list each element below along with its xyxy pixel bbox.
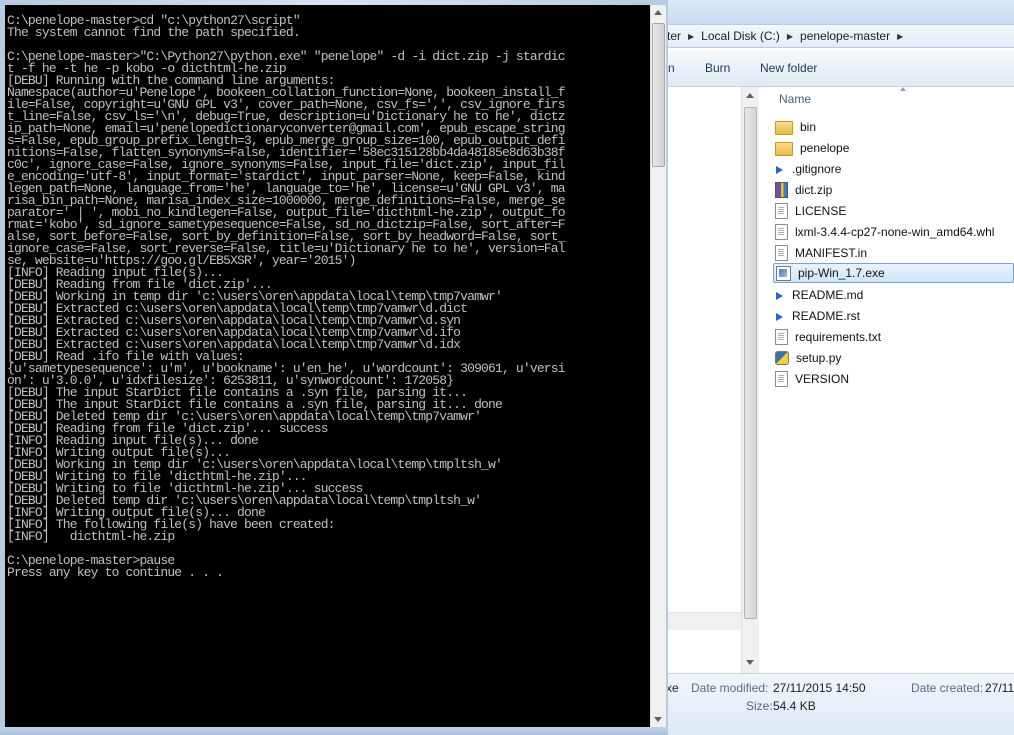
file-item-readme-md[interactable]: README.md [775,285,1014,305]
document-icon [775,329,788,345]
file-item-version[interactable]: VERSION [775,369,1014,389]
navigation-horizontal-scrollbar[interactable] [663,612,741,630]
file-name: dict.zip [795,183,833,197]
file-list: Name bin penelope .gitignore dict.zip LI… [759,87,1014,673]
file-item-manifest[interactable]: MANIFEST.in [775,243,1014,263]
file-name: README.rst [792,309,861,323]
column-header-label: Name [779,92,812,106]
file-item-license[interactable]: LICENSE [775,201,1014,221]
scroll-up-icon[interactable] [746,93,754,98]
file-name: MANIFEST.in [795,246,868,260]
size-value: 54.4 KB [773,699,816,713]
file-name: requirements.txt [795,330,882,344]
date-created-value: 27/11 [985,681,1014,695]
python-icon [775,351,789,365]
file-item-dict-zip[interactable]: dict.zip [775,180,1014,200]
file-name: .gitignore [792,162,842,176]
breadcrumb-local-disk[interactable]: Local Disk (C:) [697,29,784,43]
file-item-penelope[interactable]: penelope [775,138,1014,158]
scroll-down-icon[interactable] [654,717,662,722]
console-output-area[interactable]: C:\penelope-master>cd "c:\python27\scrip… [5,5,650,727]
document-icon [775,371,788,387]
markdown-icon [775,311,785,321]
document-icon [775,224,788,240]
date-modified-value: 27/11/2015 14:50 [773,681,866,695]
scrollbar-thumb[interactable] [652,23,665,167]
console-output-text: C:\penelope-master>cd "c:\python27\scrip… [7,13,566,580]
scroll-down-icon[interactable] [746,660,754,665]
document-icon [775,245,788,261]
file-item-setup-py[interactable]: setup.py [775,348,1014,368]
file-item-bin[interactable]: bin [775,117,1014,137]
burn-button[interactable]: Burn [705,61,730,75]
command-prompt-window: C:\penelope-master>cd "c:\python27\scrip… [0,0,668,735]
file-name: README.md [792,288,864,302]
details-pane: xe Date modified: 27/11/2015 14:50 Date … [663,673,1014,735]
command-bar: n Burn New folder [663,50,1014,87]
window-bottom-border[interactable] [0,727,668,735]
file-item-gitignore[interactable]: .gitignore [775,159,1014,179]
date-modified-label: Date modified: [691,681,769,695]
explorer-titlebar[interactable] [663,0,1014,24]
console-scrollbar[interactable] [650,5,666,727]
file-name: lxml-3.4.4-cp27-none-win_amd64.whl [795,225,995,239]
folder-icon [775,121,793,135]
file-item-requirements[interactable]: requirements.txt [775,327,1014,347]
file-item-lxml-whl[interactable]: lxml-3.4.4-cp27-none-win_amd64.whl [775,222,1014,242]
file-name: VERSION [795,372,850,386]
file-name: penelope [800,141,850,155]
navigation-pane[interactable] [663,87,743,673]
navigation-scrollbar[interactable] [741,87,759,673]
markdown-icon [775,290,785,300]
document-icon [775,203,788,219]
sort-ascending-icon [900,87,906,91]
size-label: Size: [746,699,773,713]
file-item-pip-win-exe[interactable]: pip-Win_1.7.exe [773,263,1014,283]
file-name: bin [800,120,817,134]
new-folder-button[interactable]: New folder [760,61,817,75]
file-item-readme-rst[interactable]: README.rst [775,306,1014,326]
scroll-up-icon[interactable] [654,10,662,15]
breadcrumb-separator-icon[interactable]: ▶ [784,32,796,41]
breadcrumb-separator-icon[interactable]: ▶ [685,32,697,41]
scrollbar-thumb[interactable] [744,107,757,619]
markdown-icon [775,164,785,174]
toolbar-item-partial[interactable]: n [668,61,675,75]
file-name: LICENSE [795,204,847,218]
exe-icon [776,265,791,281]
breadcrumb-separator-icon[interactable]: ▶ [894,32,906,41]
explorer-window: ter ▶ Local Disk (C:) ▶ penelope-master … [663,0,1014,735]
folder-icon [775,142,793,156]
file-name: setup.py [796,351,842,365]
file-name: pip-Win_1.7.exe [798,266,885,280]
zip-icon [775,182,788,198]
column-header-name[interactable]: Name [759,87,1014,109]
address-bar[interactable]: ter ▶ Local Disk (C:) ▶ penelope-master … [663,24,1014,48]
breadcrumb-penelope-master[interactable]: penelope-master [796,29,894,43]
date-created-label: Date created: [911,681,984,695]
